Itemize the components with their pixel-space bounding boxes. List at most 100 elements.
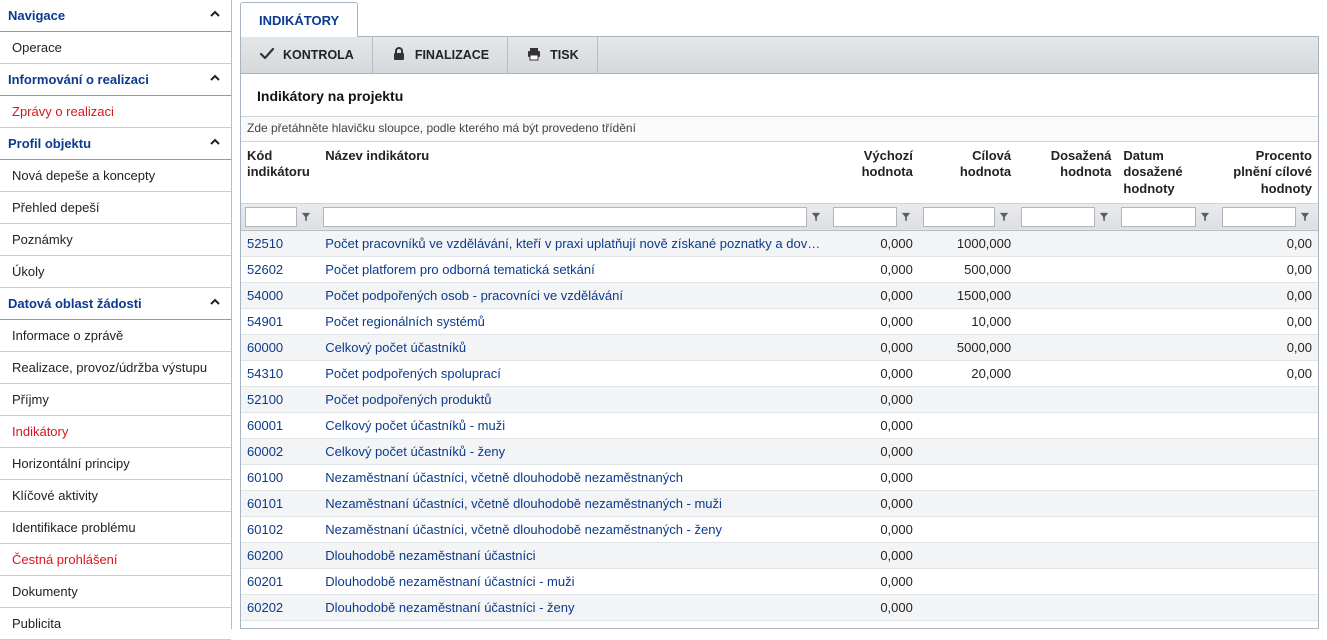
nav-item[interactable]: Přehled depeší (0, 192, 231, 224)
filter-icon[interactable] (297, 207, 315, 227)
filter-input[interactable] (1021, 207, 1095, 227)
nav-item[interactable]: Dokumenty (0, 576, 231, 608)
filter-icon[interactable] (1296, 207, 1314, 227)
filter-input[interactable] (833, 207, 897, 227)
filter-icon[interactable] (807, 207, 825, 227)
nav-item[interactable]: Čestná prohlášení (0, 544, 231, 576)
nav-item[interactable]: Publicita (0, 608, 231, 640)
nav-item[interactable]: Horizontální principy (0, 448, 231, 480)
chevron-up-icon (209, 8, 221, 23)
table-row[interactable]: 52100Počet podpořených produktů0,000 (241, 386, 1318, 412)
nav-item[interactable]: Informace o zprávě (0, 320, 231, 352)
table-row[interactable]: 60001Celkový počet účastníků - muži0,000 (241, 412, 1318, 438)
filter-icon[interactable] (1095, 207, 1113, 227)
filter-icon[interactable] (1196, 207, 1214, 227)
indicators-grid: Kód indikátoru Název indikátoru Výchozí … (241, 142, 1318, 621)
cell-date (1117, 516, 1217, 542)
cell-pct (1218, 386, 1318, 412)
cell-target: 1500,000 (919, 282, 1017, 308)
filter-input[interactable] (923, 207, 995, 227)
table-row[interactable]: 54901Počet regionálních systémů0,00010,0… (241, 308, 1318, 334)
nav-group-header[interactable]: Profil objektu (0, 128, 231, 160)
table-row[interactable]: 60100Nezaměstnaní účastníci, včetně dlou… (241, 464, 1318, 490)
cell-start: 0,000 (829, 412, 919, 438)
col-header-date[interactable]: Datum dosažené hodnoty (1117, 142, 1217, 203)
kontrola-button[interactable]: KONTROLA (241, 37, 373, 73)
table-row[interactable]: 54310Počet podpořených spoluprací0,00020… (241, 360, 1318, 386)
cell-date (1117, 464, 1217, 490)
col-header-pct[interactable]: Procento plnění cílové hodnoty (1218, 142, 1318, 203)
cell-pct (1218, 516, 1318, 542)
table-row[interactable]: 60101Nezaměstnaní účastníci, včetně dlou… (241, 490, 1318, 516)
cell-target (919, 490, 1017, 516)
cell-code: 54901 (241, 308, 319, 334)
table-row[interactable]: 60000Celkový počet účastníků0,0005000,00… (241, 334, 1318, 360)
table-row[interactable]: 60102Nezaměstnaní účastníci, včetně dlou… (241, 516, 1318, 542)
nav-group-header[interactable]: Navigace (0, 0, 231, 32)
cell-target (919, 542, 1017, 568)
table-row[interactable]: 54000Počet podpořených osob - pracovníci… (241, 282, 1318, 308)
cell-pct: 0,00 (1218, 308, 1318, 334)
filter-input[interactable] (245, 207, 297, 227)
grid-wrap[interactable]: Kód indikátoru Název indikátoru Výchozí … (241, 142, 1318, 628)
table-row[interactable]: 60201Dlouhodobě nezaměstnaní účastníci -… (241, 568, 1318, 594)
lock-icon (391, 46, 407, 65)
nav-item[interactable]: Operace (0, 32, 231, 64)
cell-start: 0,000 (829, 230, 919, 256)
section-title: Indikátory na projektu (241, 74, 1318, 116)
nav-item[interactable]: Příjmy (0, 384, 231, 416)
tab-indikatory[interactable]: INDIKÁTORY (240, 2, 358, 37)
cell-pct (1218, 464, 1318, 490)
tisk-button[interactable]: TISK (508, 37, 597, 73)
cell-date (1117, 256, 1217, 282)
cell-code: 60002 (241, 438, 319, 464)
nav-item[interactable]: Nová depeše a koncepty (0, 160, 231, 192)
nav-group-label: Informování o realizaci (8, 72, 149, 87)
table-row[interactable]: 60202Dlouhodobě nezaměstnaní účastníci -… (241, 594, 1318, 620)
finalizace-button[interactable]: FINALIZACE (373, 37, 508, 73)
table-row[interactable]: 60002Celkový počet účastníků - ženy0,000 (241, 438, 1318, 464)
col-header-reached[interactable]: Dosažená hodnota (1017, 142, 1117, 203)
nav-item[interactable]: Klíčové aktivity (0, 480, 231, 512)
col-header-start[interactable]: Výchozí hodnota (829, 142, 919, 203)
cell-name: Počet podpořených produktů (319, 386, 828, 412)
filter-icon[interactable] (995, 207, 1013, 227)
filter-icon[interactable] (897, 207, 915, 227)
table-row[interactable]: 60200Dlouhodobě nezaměstnaní účastníci0,… (241, 542, 1318, 568)
nav-item[interactable]: Realizace, provoz/údržba výstupu (0, 352, 231, 384)
table-row[interactable]: 52510Počet pracovníků ve vzdělávání, kte… (241, 230, 1318, 256)
table-row[interactable]: 52602Počet platforem pro odborná tematic… (241, 256, 1318, 282)
cell-pct (1218, 594, 1318, 620)
nav-group-header[interactable]: Datová oblast žádosti (0, 288, 231, 320)
cell-pct (1218, 490, 1318, 516)
col-header-name[interactable]: Název indikátoru (319, 142, 828, 203)
cell-pct: 0,00 (1218, 360, 1318, 386)
cell-name: Počet regionálních systémů (319, 308, 828, 334)
chevron-up-icon (209, 136, 221, 151)
nav-item[interactable]: Úkoly (0, 256, 231, 288)
cell-pct (1218, 568, 1318, 594)
cell-target: 10,000 (919, 308, 1017, 334)
chevron-up-icon (209, 296, 221, 311)
cell-reached (1017, 308, 1117, 334)
cell-date (1117, 230, 1217, 256)
cell-target (919, 412, 1017, 438)
filter-input[interactable] (1121, 207, 1195, 227)
group-drag-hint[interactable]: Zde přetáhněte hlavičku sloupce, podle k… (241, 116, 1318, 142)
cell-start: 0,000 (829, 360, 919, 386)
col-header-code[interactable]: Kód indikátoru (241, 142, 319, 203)
nav-item[interactable]: Indikátory (0, 416, 231, 448)
cell-code: 52100 (241, 386, 319, 412)
filter-input[interactable] (1222, 207, 1296, 227)
main: INDIKÁTORY KONTROLA FINALIZACE TISK Indi… (232, 0, 1327, 629)
nav-item[interactable]: Zprávy o realizaci (0, 96, 231, 128)
nav-item[interactable]: Identifikace problému (0, 512, 231, 544)
cell-start: 0,000 (829, 282, 919, 308)
nav-group-header[interactable]: Informování o realizaci (0, 64, 231, 96)
nav-item[interactable]: Poznámky (0, 224, 231, 256)
cell-start: 0,000 (829, 568, 919, 594)
cell-name: Celkový počet účastníků (319, 334, 828, 360)
cell-target: 500,000 (919, 256, 1017, 282)
col-header-target[interactable]: Cílová hodnota (919, 142, 1017, 203)
filter-input[interactable] (323, 207, 806, 227)
